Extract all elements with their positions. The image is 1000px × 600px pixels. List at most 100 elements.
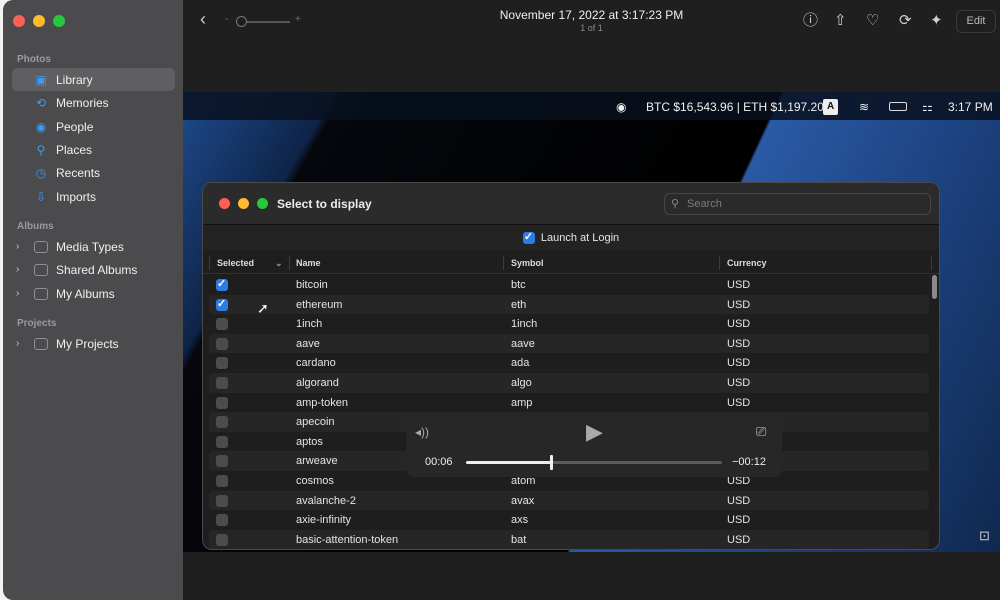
sidebar-item-label: People (56, 119, 94, 134)
edit-button[interactable]: Edit (956, 10, 996, 33)
coin-name: 1inch (296, 318, 323, 331)
sidebar-item-label: Memories (56, 95, 109, 110)
chevron-right-icon[interactable]: › (16, 264, 19, 275)
sidebar-item-my-projects[interactable]: › My Projects (12, 332, 175, 355)
launch-at-login-checkbox[interactable] (522, 230, 535, 244)
table-row[interactable]: 1inch 1inch USD (209, 314, 929, 334)
info-icon[interactable]: ⓘ (803, 12, 818, 30)
chevron-right-icon[interactable]: › (16, 288, 19, 299)
search-input[interactable]: ⚲ Search (664, 193, 931, 215)
sidebar-item-shared-albums[interactable]: › Shared Albums (12, 258, 175, 281)
record-icon: ◉ (616, 100, 627, 114)
row-checkbox[interactable] (216, 435, 228, 448)
battery-icon (889, 102, 907, 111)
dialog-minimize-button[interactable] (238, 198, 249, 209)
row-checkbox[interactable] (216, 337, 228, 350)
row-checkbox[interactable] (216, 455, 228, 468)
coin-currency: USD (727, 279, 751, 291)
dialog-zoom-button[interactable] (257, 198, 268, 209)
volume-icon[interactable]: ◂)) (415, 425, 429, 439)
heart-icon[interactable]: ♡ (866, 12, 879, 30)
column-symbol[interactable]: Symbol (511, 258, 544, 269)
table-row[interactable]: avalanche-2 avax USD (209, 490, 929, 511)
coin-name: aptos (296, 435, 323, 448)
sidebar-item-label: My Albums (56, 286, 115, 301)
close-button[interactable] (13, 15, 25, 27)
coin-name: basic-attention-token (296, 533, 399, 546)
coin-currency: USD (727, 376, 751, 389)
sort-chevron-icon[interactable]: ⌄ (275, 258, 283, 269)
magic-wand-icon[interactable]: ✦ (930, 12, 943, 30)
sidebar-item-label: Recents (56, 165, 101, 180)
share-icon[interactable]: ⇧ (834, 12, 847, 30)
row-checkbox[interactable] (216, 376, 228, 389)
sidebar-item-label: Shared Albums (56, 262, 138, 277)
airplay-icon[interactable]: ⎚ (756, 424, 766, 439)
rotate-icon[interactable]: ⟳ (899, 12, 912, 30)
row-checkbox[interactable] (216, 297, 228, 311)
sidebar-item-memories[interactable]: ⟲ Memories (12, 91, 175, 114)
row-checkbox[interactable] (216, 514, 228, 527)
coin-symbol: btc (511, 279, 526, 291)
row-checkbox[interactable] (216, 416, 228, 429)
scrollbar[interactable] (932, 275, 937, 299)
table-row[interactable]: axie-infinity axs USD (209, 510, 929, 530)
table-row[interactable]: basic-attention-token bat USD (209, 529, 929, 549)
coin-symbol: algo (511, 376, 532, 389)
sidebar-item-people[interactable]: ◉ People (12, 115, 175, 138)
zoom-button[interactable] (53, 15, 65, 27)
sidebar-item-recents[interactable]: ◷ Recents (12, 161, 175, 184)
coin-name: amp-token (296, 396, 348, 409)
sidebar-item-my-albums[interactable]: › My Albums (12, 282, 175, 305)
coin-name: ethereum (296, 298, 343, 311)
viewer-bottom (183, 552, 1000, 600)
coin-symbol: amp (511, 396, 533, 409)
dialog-window-controls (219, 198, 268, 209)
table-row[interactable]: ethereum eth USD (209, 294, 929, 315)
sidebar-item-label: Library (56, 72, 93, 87)
chevron-right-icon[interactable]: › (16, 338, 19, 349)
sidebar-item-library[interactable]: ▣ Library (12, 68, 175, 91)
column-selected[interactable]: Selected (217, 258, 254, 269)
sidebar-item-label: Imports (56, 189, 97, 204)
coin-name: bitcoin (296, 279, 328, 291)
row-checkbox[interactable] (216, 357, 228, 370)
table-row[interactable]: aave aave USD (209, 333, 929, 354)
coin-symbol: aave (511, 337, 535, 350)
sidebar-item-imports[interactable]: ⇩ Imports (12, 185, 175, 208)
chevron-right-icon[interactable]: › (16, 241, 19, 252)
coin-name: avalanche-2 (296, 494, 356, 507)
table-row[interactable]: algorand algo USD (209, 372, 929, 393)
row-checkbox[interactable] (216, 494, 228, 507)
search-icon: ⚲ (671, 198, 680, 210)
launch-at-login[interactable]: Launch at Login (203, 225, 939, 250)
row-checkbox[interactable] (216, 277, 228, 291)
coin-symbol: bat (511, 533, 527, 546)
scrubber-knob[interactable] (550, 455, 554, 470)
row-checkbox[interactable] (216, 396, 228, 409)
table-row[interactable]: cardano ada USD (209, 353, 929, 373)
play-icon[interactable]: ▶ (586, 420, 603, 444)
coin-currency: USD (727, 357, 751, 370)
row-checkbox[interactable] (216, 318, 228, 331)
clock-icon: ◷ (35, 165, 47, 180)
column-currency[interactable]: Currency (727, 258, 767, 269)
menu-clock: 3:17 PM (948, 100, 993, 114)
table-header: Selected ⌄ Name Symbol Currency (203, 252, 939, 274)
sidebar-item-places[interactable]: ⚲ Places (12, 138, 175, 161)
row-checkbox[interactable] (216, 474, 228, 487)
section-photos: Photos (17, 54, 51, 65)
shared-album-icon (34, 263, 48, 276)
row-checkbox[interactable] (216, 533, 228, 546)
sidebar-item-media-types[interactable]: › Media Types (12, 235, 175, 258)
table-row[interactable]: amp-token amp USD (209, 393, 929, 413)
table-row[interactable]: bitcoin btc USD (209, 275, 929, 295)
live-text-icon[interactable]: ⊡ (979, 528, 990, 543)
coin-name: axie-infinity (296, 514, 352, 527)
minimize-button[interactable] (33, 15, 45, 27)
column-name[interactable]: Name (296, 258, 321, 269)
window-controls (13, 15, 65, 27)
sidebar-item-label: Places (56, 142, 93, 157)
scrubber[interactable] (466, 455, 722, 470)
dialog-close-button[interactable] (219, 198, 230, 209)
